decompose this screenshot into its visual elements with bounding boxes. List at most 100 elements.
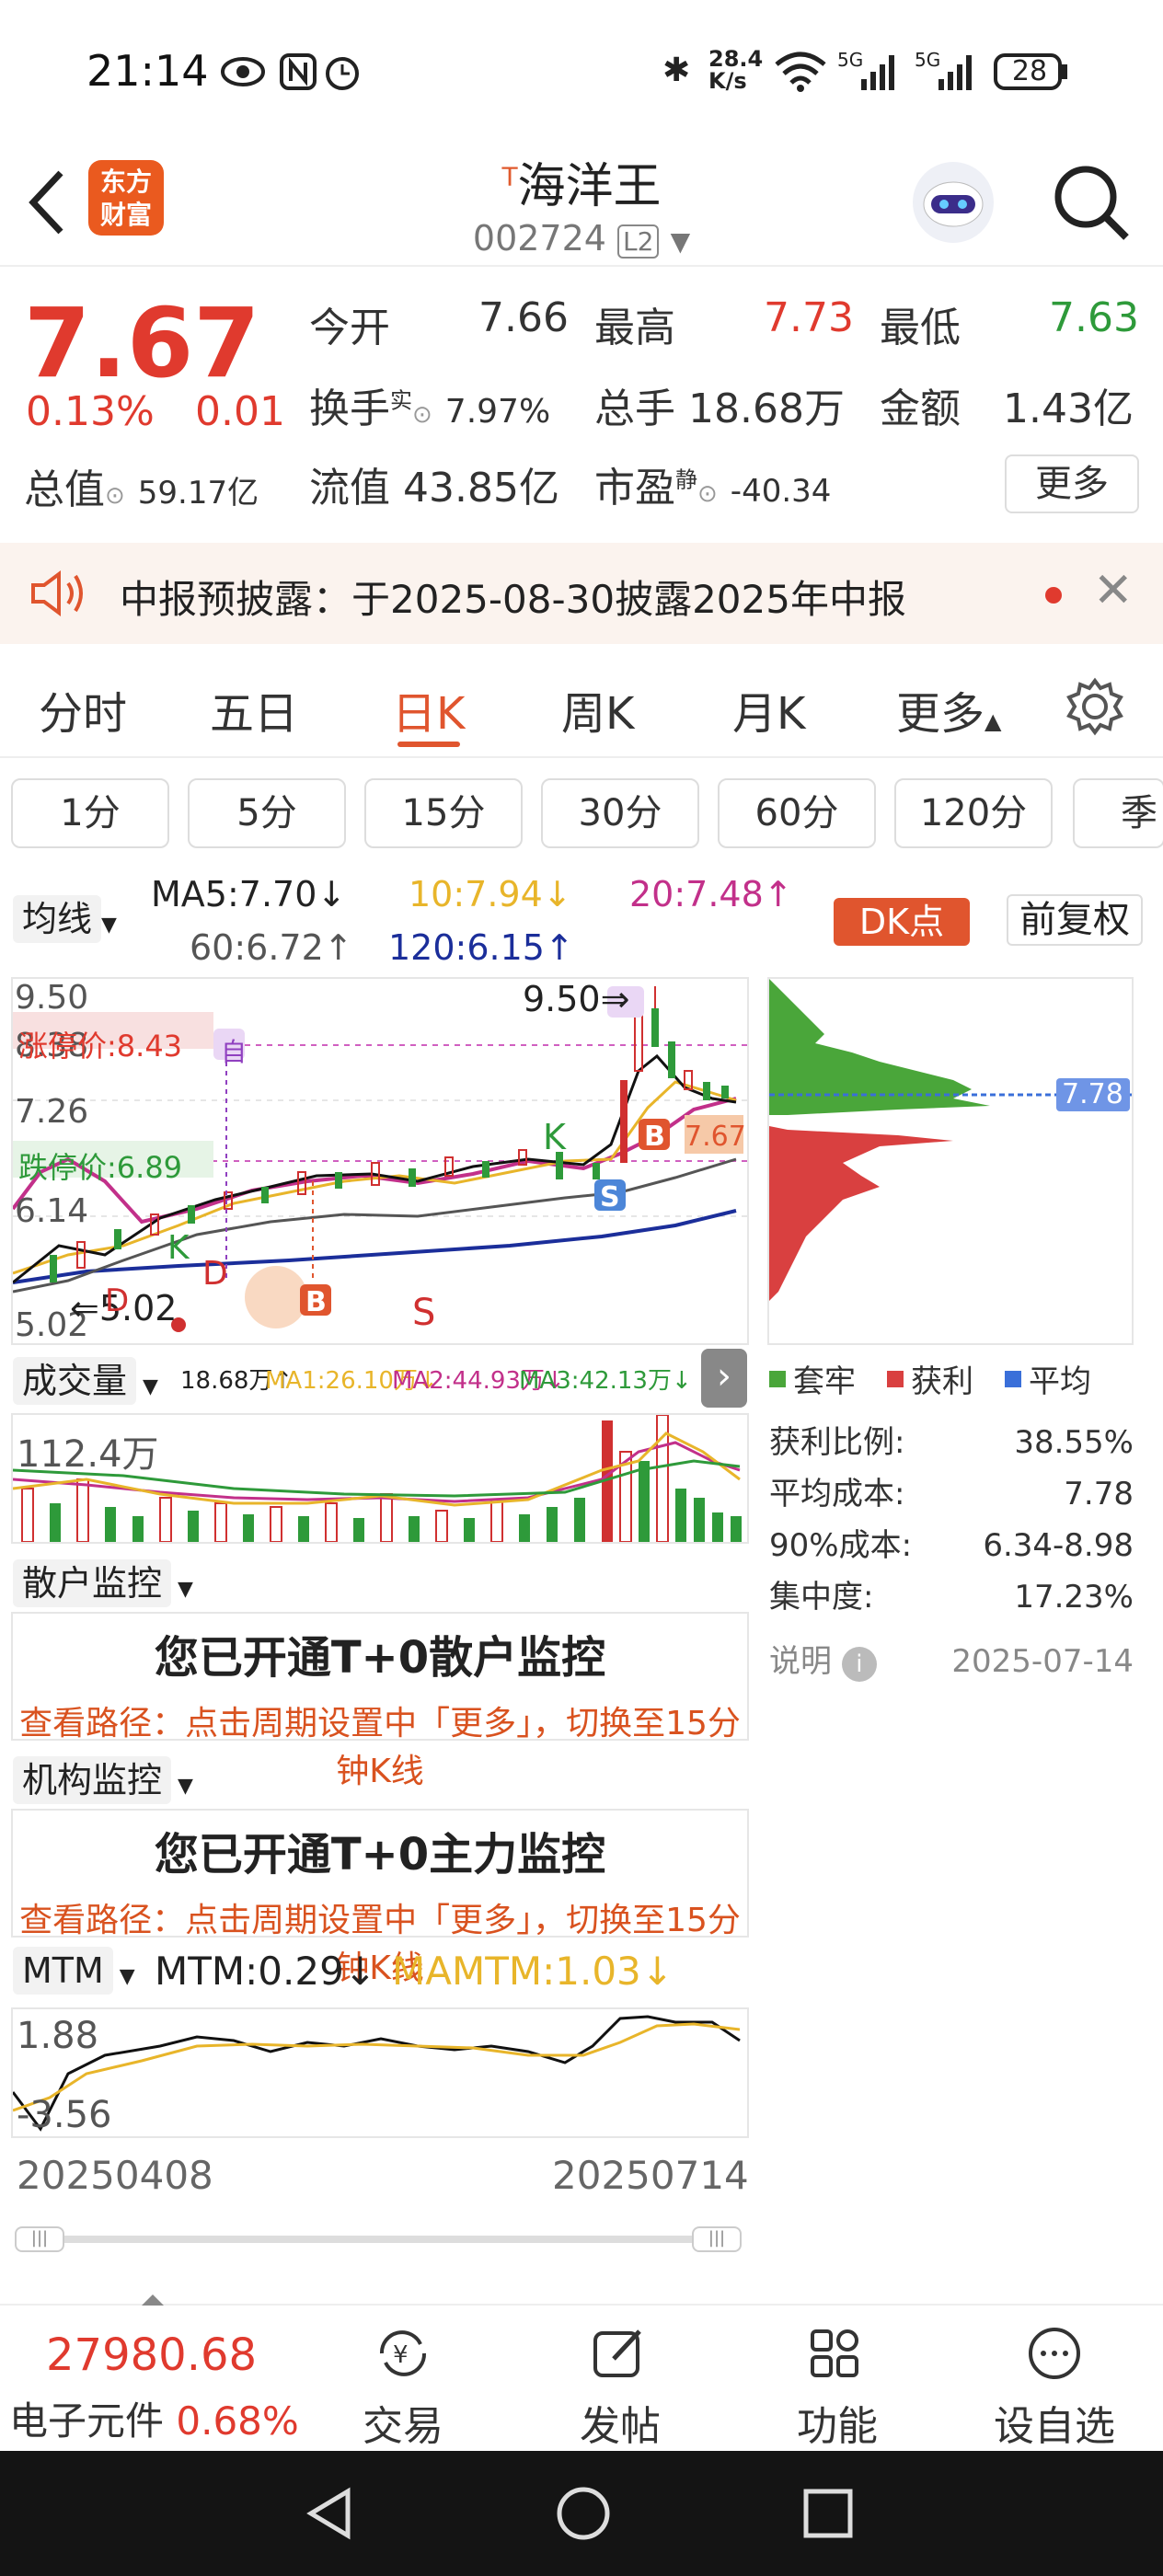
level-badge: L2	[617, 224, 660, 259]
d-marker: D	[202, 1255, 228, 1293]
ma-selector[interactable]: 均线 ▼	[13, 891, 117, 943]
back-nav-icon[interactable]	[304, 2486, 359, 2541]
clock: 21:14	[86, 46, 209, 96]
tab-fenshi[interactable]: 分时	[39, 677, 127, 742]
self-marker: 自	[221, 1037, 248, 1067]
ma20-value: 20:7.48↑	[629, 874, 793, 914]
tab-more[interactable]: 更多▲	[896, 677, 1001, 742]
svg-text:5G: 5G	[837, 49, 863, 71]
edit-icon	[593, 2329, 641, 2377]
stock-name: 海洋王	[517, 159, 662, 214]
net-speed: 28.4 K/s	[708, 46, 764, 94]
sell-marker: S	[412, 1292, 436, 1334]
period-5min[interactable]: 5分	[188, 778, 346, 848]
explain-link[interactable]: 说明 i	[769, 1636, 877, 1687]
bottom-toolbar: 27980.68 电子元件 0.68% ¥ 交易 发帖 功能 设自选	[0, 2294, 1163, 2452]
market-cap[interactable]: 总值⊙ 59.17亿	[24, 456, 259, 515]
amount-value: 1.43亿	[1003, 385, 1134, 432]
amount-label: 金额	[880, 385, 961, 432]
period-15min[interactable]: 15分	[364, 778, 523, 848]
mtm-svg	[11, 2015, 741, 2132]
recents-nav-icon[interactable]	[802, 2488, 854, 2539]
svg-text:¥: ¥	[393, 2341, 409, 2369]
y-axis-mid2: 7.26	[15, 1093, 89, 1131]
status-icons-left	[221, 53, 359, 90]
scroller-left-handle[interactable]: |||	[15, 2226, 64, 2252]
chip-distribution[interactable]: 7.78	[767, 977, 1134, 1345]
price-tag: 7.67	[685, 1121, 746, 1153]
tab-functions[interactable]: 功能	[764, 2324, 911, 2452]
status-bar: 21:14 ✱ 28.4 K/s 5G 5G 28	[0, 0, 1163, 147]
tab-rik[interactable]: 日K	[392, 677, 465, 742]
avg-cost-tag: 7.78	[1062, 1078, 1123, 1110]
kline-chart[interactable]: 9.50 8.38 7.26 6.14 5.02 涨停价:8.43 跌停价:6.…	[11, 977, 749, 1345]
tab-trade[interactable]: ¥ 交易	[329, 2324, 477, 2452]
index-name[interactable]: 电子元件 0.68%	[9, 2390, 299, 2446]
robot-avatar[interactable]	[909, 158, 997, 247]
scroller-right-handle[interactable]: |||	[692, 2226, 742, 2252]
bluetooth-icon: ✱	[662, 52, 691, 89]
y-axis-mid3: 6.14	[15, 1192, 89, 1230]
d-marker-2: D	[105, 1282, 130, 1319]
close-icon[interactable]: ✕	[1093, 563, 1134, 618]
unread-dot	[1045, 587, 1062, 604]
period-120min[interactable]: 120分	[894, 778, 1053, 848]
tab-add-watchlist[interactable]: 设自选	[981, 2324, 1128, 2452]
period-1min[interactable]: 1分	[11, 778, 169, 848]
search-icon[interactable]	[1049, 160, 1132, 243]
stock-code: 002724	[472, 218, 606, 259]
tab-wuri[interactable]: 五日	[210, 677, 298, 742]
ma60-value: 60:6.72↑	[190, 927, 353, 968]
legend-swatch-trapped	[769, 1370, 786, 1387]
expand-arrow-icon[interactable]: ›	[701, 1349, 747, 1408]
tab-yuek[interactable]: 月K	[732, 677, 805, 742]
info-icon: i	[841, 1647, 877, 1682]
inst-monitor-selector[interactable]: 机构监控 ▼	[13, 1752, 193, 1804]
retail-monitor-selector[interactable]: 散户监控 ▼	[13, 1555, 193, 1607]
t-mark: T	[501, 161, 518, 192]
last-price: 7.67	[24, 287, 260, 399]
home-nav-icon[interactable]	[554, 2484, 613, 2543]
open-label: 今开	[309, 305, 390, 351]
stock-header: 东方 财富 T海洋王 002724 L2 ▼	[0, 147, 1163, 267]
tab-post[interactable]: 发帖	[547, 2324, 694, 2452]
notice-bar[interactable]: 中报预披露：于2025-08-30披露2025年中报 ✕	[0, 543, 1163, 644]
range-scroller[interactable]: ||| |||	[15, 2226, 745, 2252]
chip-legend: 套牢 获利 平均	[769, 1356, 1091, 1401]
ma120-value: 120:6.15↑	[388, 927, 574, 968]
scroller-track	[42, 2236, 705, 2243]
mtm-selector[interactable]: MTM ▼	[13, 1947, 135, 1995]
buy-marker-2: B	[644, 1121, 665, 1153]
period-selector: 1分 5分 15分 30分 60分 120分 季	[0, 778, 1163, 852]
chip-svg	[769, 979, 1132, 1301]
quote-panel: 7.67 0.13% 0.01 总值⊙ 59.17亿 今开 7.66 最高 7.…	[0, 269, 1163, 535]
period-60min[interactable]: 60分	[718, 778, 876, 848]
adjust-button[interactable]: 前复权	[1007, 894, 1143, 946]
stat-row: 90%成本: 6.34-8.98	[769, 1527, 1134, 1564]
ma5-value: MA5:7.70↓	[151, 874, 347, 914]
info-icon: ⊙	[697, 480, 718, 508]
volume-selector[interactable]: 成交量 ▼	[13, 1352, 158, 1405]
retail-monitor-panel: 您已开通T+0散户监控 查看路径：点击周期设置中「更多」，切换至15分钟K线	[11, 1612, 749, 1790]
gear-icon[interactable]	[1065, 677, 1124, 736]
tab-zhouk[interactable]: 周K	[561, 677, 634, 742]
chip-note-row: 说明 i 2025-07-14	[769, 1636, 1134, 1687]
more-button[interactable]: 更多	[1005, 454, 1139, 513]
y-axis-top: 9.50	[15, 979, 89, 1017]
chevron-down-icon: ▼	[670, 226, 691, 257]
ma10-value: 10:7.94↓	[409, 874, 572, 914]
svg-text:5G: 5G	[915, 49, 940, 71]
pe-ratio[interactable]: 市盈静⊙ -40.34	[594, 454, 831, 513]
index-value[interactable]: 27980.68	[46, 2329, 257, 2381]
mtm-ybot: -3.56	[17, 2094, 112, 2136]
period-quarter[interactable]: 季	[1073, 778, 1163, 848]
mtm-chart[interactable]: 1.88 -3.56	[11, 2007, 749, 2138]
low-label: 最低	[880, 305, 961, 351]
sell-marker-box: S	[600, 1181, 620, 1213]
period-30min[interactable]: 30分	[541, 778, 699, 848]
volume-chart[interactable]: 112.4万	[11, 1413, 749, 1544]
inst-monitor-title: 您已开通T+0主力监控	[154, 1829, 606, 1880]
turnover[interactable]: 换手实⊙ 7.97%	[309, 375, 550, 434]
info-icon: ⊙	[412, 401, 432, 429]
dk-point-button[interactable]: DK点	[834, 898, 970, 946]
